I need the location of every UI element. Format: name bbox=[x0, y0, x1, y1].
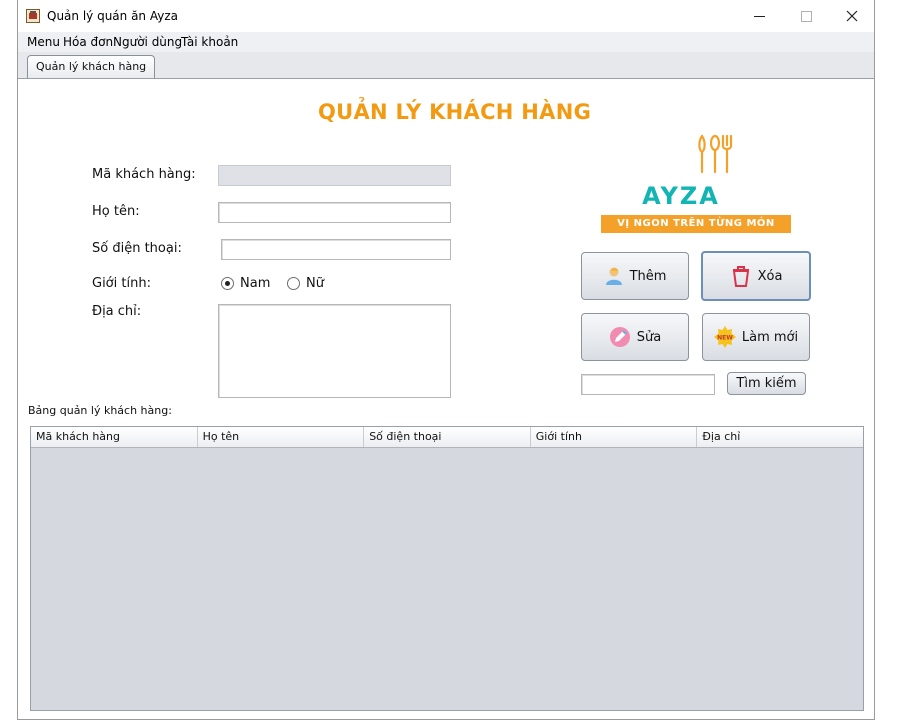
tab-strip: Quản lý khách hàng bbox=[18, 52, 874, 79]
cutlery-icon bbox=[698, 134, 733, 174]
delete-button[interactable]: Xóa bbox=[701, 251, 811, 301]
menu-bar: Menu Hóa đơn Người dùng Tài khoản bbox=[18, 32, 874, 53]
edit-pencil-icon bbox=[609, 326, 631, 348]
ayza-logo: AYZA VỊ NGON TRÊN TỪNG MÓN bbox=[601, 134, 794, 236]
title-bar[interactable]: Quản lý quán ăn Ayza bbox=[18, 0, 874, 32]
menu-item-menu[interactable]: Menu bbox=[27, 35, 60, 49]
address-label: Địa chỉ: bbox=[92, 304, 142, 319]
customer-management-panel: QUẢN LÝ KHÁCH HÀNG Mã khách hàng: Họ tên… bbox=[18, 79, 874, 719]
gender-option-male-label: Nam bbox=[240, 276, 271, 291]
column-header-gender[interactable]: Giới tính bbox=[531, 427, 698, 447]
name-label: Họ tên: bbox=[92, 204, 140, 219]
close-button[interactable] bbox=[829, 0, 874, 32]
name-field[interactable] bbox=[218, 202, 451, 223]
tab-customer-management[interactable]: Quản lý khách hàng bbox=[27, 55, 156, 78]
menu-item-account[interactable]: Tài khoản bbox=[181, 35, 238, 49]
table-header: Mã khách hàng Họ tên Số điện thoại Giới … bbox=[31, 427, 863, 448]
gender-radio-male[interactable]: Nam bbox=[221, 276, 270, 291]
gender-radio-female[interactable]: Nữ bbox=[287, 276, 324, 291]
page-title: QUẢN LÝ KHÁCH HÀNG bbox=[318, 100, 592, 124]
window-title: Quản lý quán ăn Ayza bbox=[47, 9, 178, 23]
menu-item-users[interactable]: Người dùng bbox=[113, 35, 182, 49]
radio-selected-icon bbox=[221, 277, 234, 290]
gender-option-female-label: Nữ bbox=[306, 276, 324, 291]
trash-icon bbox=[730, 265, 752, 287]
radio-unselected-icon bbox=[287, 277, 300, 290]
minimize-button[interactable] bbox=[736, 0, 782, 32]
search-input[interactable] bbox=[581, 374, 715, 395]
column-header-name[interactable]: Họ tên bbox=[198, 427, 365, 447]
new-badge-icon: NEW bbox=[713, 326, 736, 348]
minimize-icon bbox=[753, 15, 765, 17]
logo-tagline: VỊ NGON TRÊN TỪNG MÓN bbox=[601, 215, 791, 233]
refresh-button[interactable]: NEW Làm mới bbox=[702, 313, 810, 361]
customer-id-label: Mã khách hàng: bbox=[92, 167, 196, 182]
add-button-label: Thêm bbox=[629, 268, 667, 284]
search-button[interactable]: Tìm kiếm bbox=[727, 372, 806, 395]
gender-label: Giới tính: bbox=[92, 276, 151, 291]
logo-name: AYZA bbox=[642, 182, 720, 210]
phone-field[interactable] bbox=[221, 239, 451, 260]
menu-item-invoice[interactable]: Hóa đơn bbox=[63, 35, 113, 49]
app-window: Quản lý quán ăn Ayza Menu Hóa đơn Người … bbox=[17, 0, 875, 720]
svg-text:NEW: NEW bbox=[717, 335, 733, 342]
customer-table[interactable]: Mã khách hàng Họ tên Số điện thoại Giới … bbox=[30, 426, 864, 711]
refresh-button-label: Làm mới bbox=[741, 329, 799, 345]
maximize-button[interactable] bbox=[783, 0, 829, 32]
column-header-address[interactable]: Địa chỉ bbox=[697, 427, 863, 447]
maximize-icon bbox=[800, 10, 812, 22]
edit-button[interactable]: Sửa bbox=[581, 313, 689, 361]
add-user-icon bbox=[604, 266, 624, 286]
add-button[interactable]: Thêm bbox=[581, 252, 689, 300]
column-header-phone[interactable]: Số điện thoại bbox=[364, 427, 531, 447]
column-header-customer-id[interactable]: Mã khách hàng bbox=[31, 427, 198, 447]
phone-label: Số điện thoại: bbox=[92, 241, 182, 256]
app-icon bbox=[26, 9, 40, 23]
address-textarea[interactable] bbox=[218, 304, 451, 398]
table-caption: Bảng quản lý khách hàng: bbox=[28, 404, 172, 417]
delete-button-label: Xóa bbox=[757, 268, 783, 284]
edit-button-label: Sửa bbox=[636, 329, 662, 345]
close-icon bbox=[846, 10, 858, 22]
customer-id-field bbox=[218, 165, 451, 186]
